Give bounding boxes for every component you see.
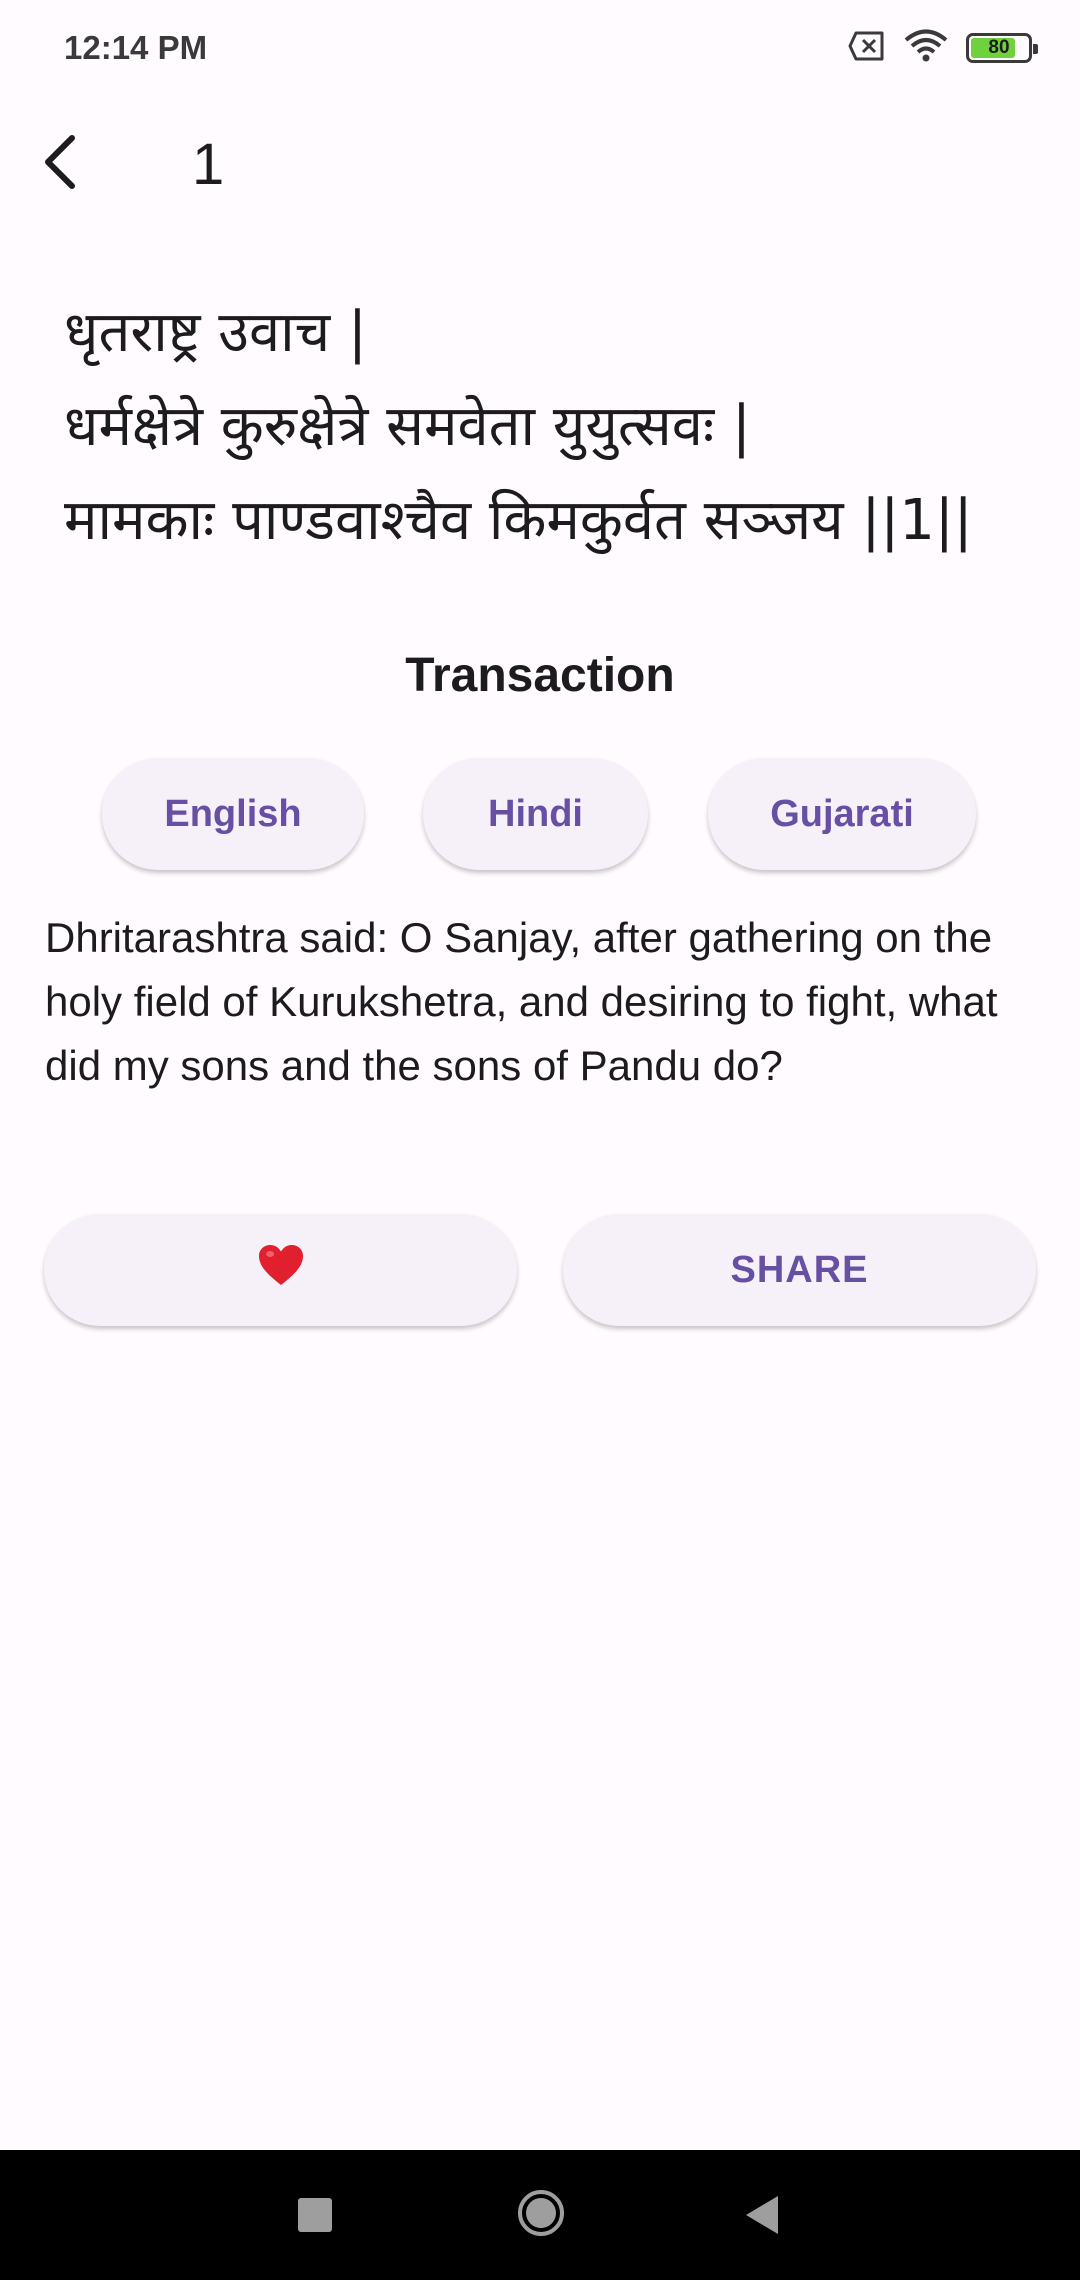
status-time: 12:14 PM — [64, 29, 208, 66]
wifi-icon — [904, 29, 948, 68]
back-triangle-icon[interactable] — [742, 2192, 782, 2238]
page-title: 1 — [192, 131, 225, 197]
app-bar: 1 — [0, 96, 1080, 232]
heart-icon — [257, 1243, 305, 1297]
english-button[interactable]: English — [102, 758, 364, 870]
translation-text: Dhritarashtra said: O Sanjay, after gath… — [45, 914, 998, 1089]
sim-off-icon — [848, 31, 886, 66]
status-bar: 12:14 PM 80 — [0, 0, 1080, 96]
section-title: Transaction — [405, 649, 675, 702]
share-button[interactable]: SHARE — [563, 1214, 1036, 1326]
favorite-button[interactable] — [44, 1214, 517, 1326]
recents-icon[interactable] — [298, 2198, 332, 2232]
verse-line: मामकाः पाण्डवाश्चैव किमकुर्वत सञ्जय ||1|… — [64, 488, 973, 553]
back-button[interactable] — [0, 104, 120, 224]
hindi-button[interactable]: Hindi — [423, 758, 648, 870]
chevron-left-icon — [38, 132, 82, 197]
action-row: SHARE — [0, 1214, 1080, 1326]
battery-level: 80 — [988, 37, 1010, 58]
status-icons: 80 — [848, 29, 1038, 68]
battery-icon: 80 — [966, 33, 1038, 63]
verse-line: धर्मक्षेत्रे कुरुक्षेत्रे समवेता युयुत्स… — [64, 394, 751, 459]
gujarati-button[interactable]: Gujarati — [708, 758, 976, 870]
verse-line: धृतराष्ट्र उवाच | — [64, 300, 367, 365]
system-nav-bar — [0, 2150, 1080, 2280]
language-selector: English Hindi Gujarati — [0, 758, 1080, 870]
home-icon[interactable] — [516, 2188, 566, 2238]
verse-text: धृतराष्ट्र उवाच | धर्मक्षेत्रे कुरुक्षेत… — [64, 286, 1044, 568]
